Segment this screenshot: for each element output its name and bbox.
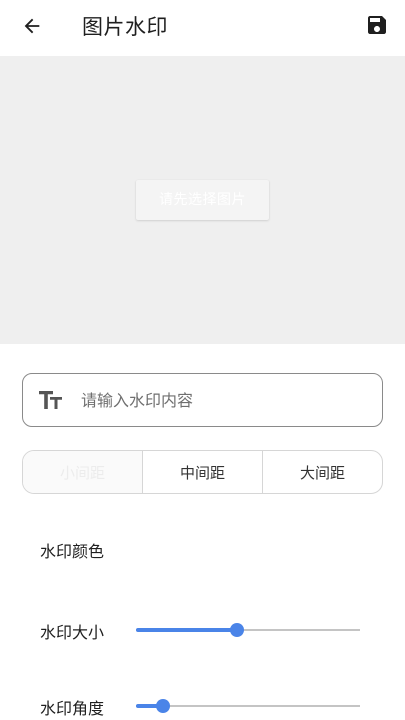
spacing-segmented-control: 小间距 中间距 大间距	[22, 450, 383, 494]
slider-thumb[interactable]	[229, 623, 244, 637]
watermark-size-label: 水印大小	[40, 623, 105, 642]
back-button[interactable]	[14, 10, 50, 46]
app-header: 图片水印	[0, 0, 405, 56]
watermark-screen: 图片水印 请先选择图片 小间距 中间距 大间距 水印颜色 水印大小	[0, 0, 405, 720]
choose-image-button[interactable]: 请先选择图片	[136, 180, 269, 220]
watermark-angle-label: 水印角度	[40, 699, 105, 718]
floppy-disk-icon	[365, 13, 389, 41]
text-size-icon	[37, 388, 65, 412]
page-title: 图片水印	[82, 15, 168, 39]
watermark-size-slider[interactable]	[136, 620, 360, 640]
slider-fill	[136, 628, 237, 632]
save-button[interactable]	[359, 9, 395, 45]
spacing-option-medium[interactable]: 中间距	[142, 451, 262, 493]
watermark-angle-slider[interactable]	[136, 696, 360, 716]
watermark-text-input[interactable]	[81, 374, 371, 426]
slider-thumb[interactable]	[155, 699, 170, 713]
arrow-left-icon	[21, 15, 43, 41]
spacing-option-large[interactable]: 大间距	[262, 451, 382, 493]
spacing-option-small[interactable]: 小间距	[23, 451, 142, 493]
image-preview-area[interactable]: 请先选择图片	[0, 56, 405, 344]
watermark-text-field[interactable]	[22, 373, 383, 427]
watermark-color-label[interactable]: 水印颜色	[40, 538, 104, 562]
